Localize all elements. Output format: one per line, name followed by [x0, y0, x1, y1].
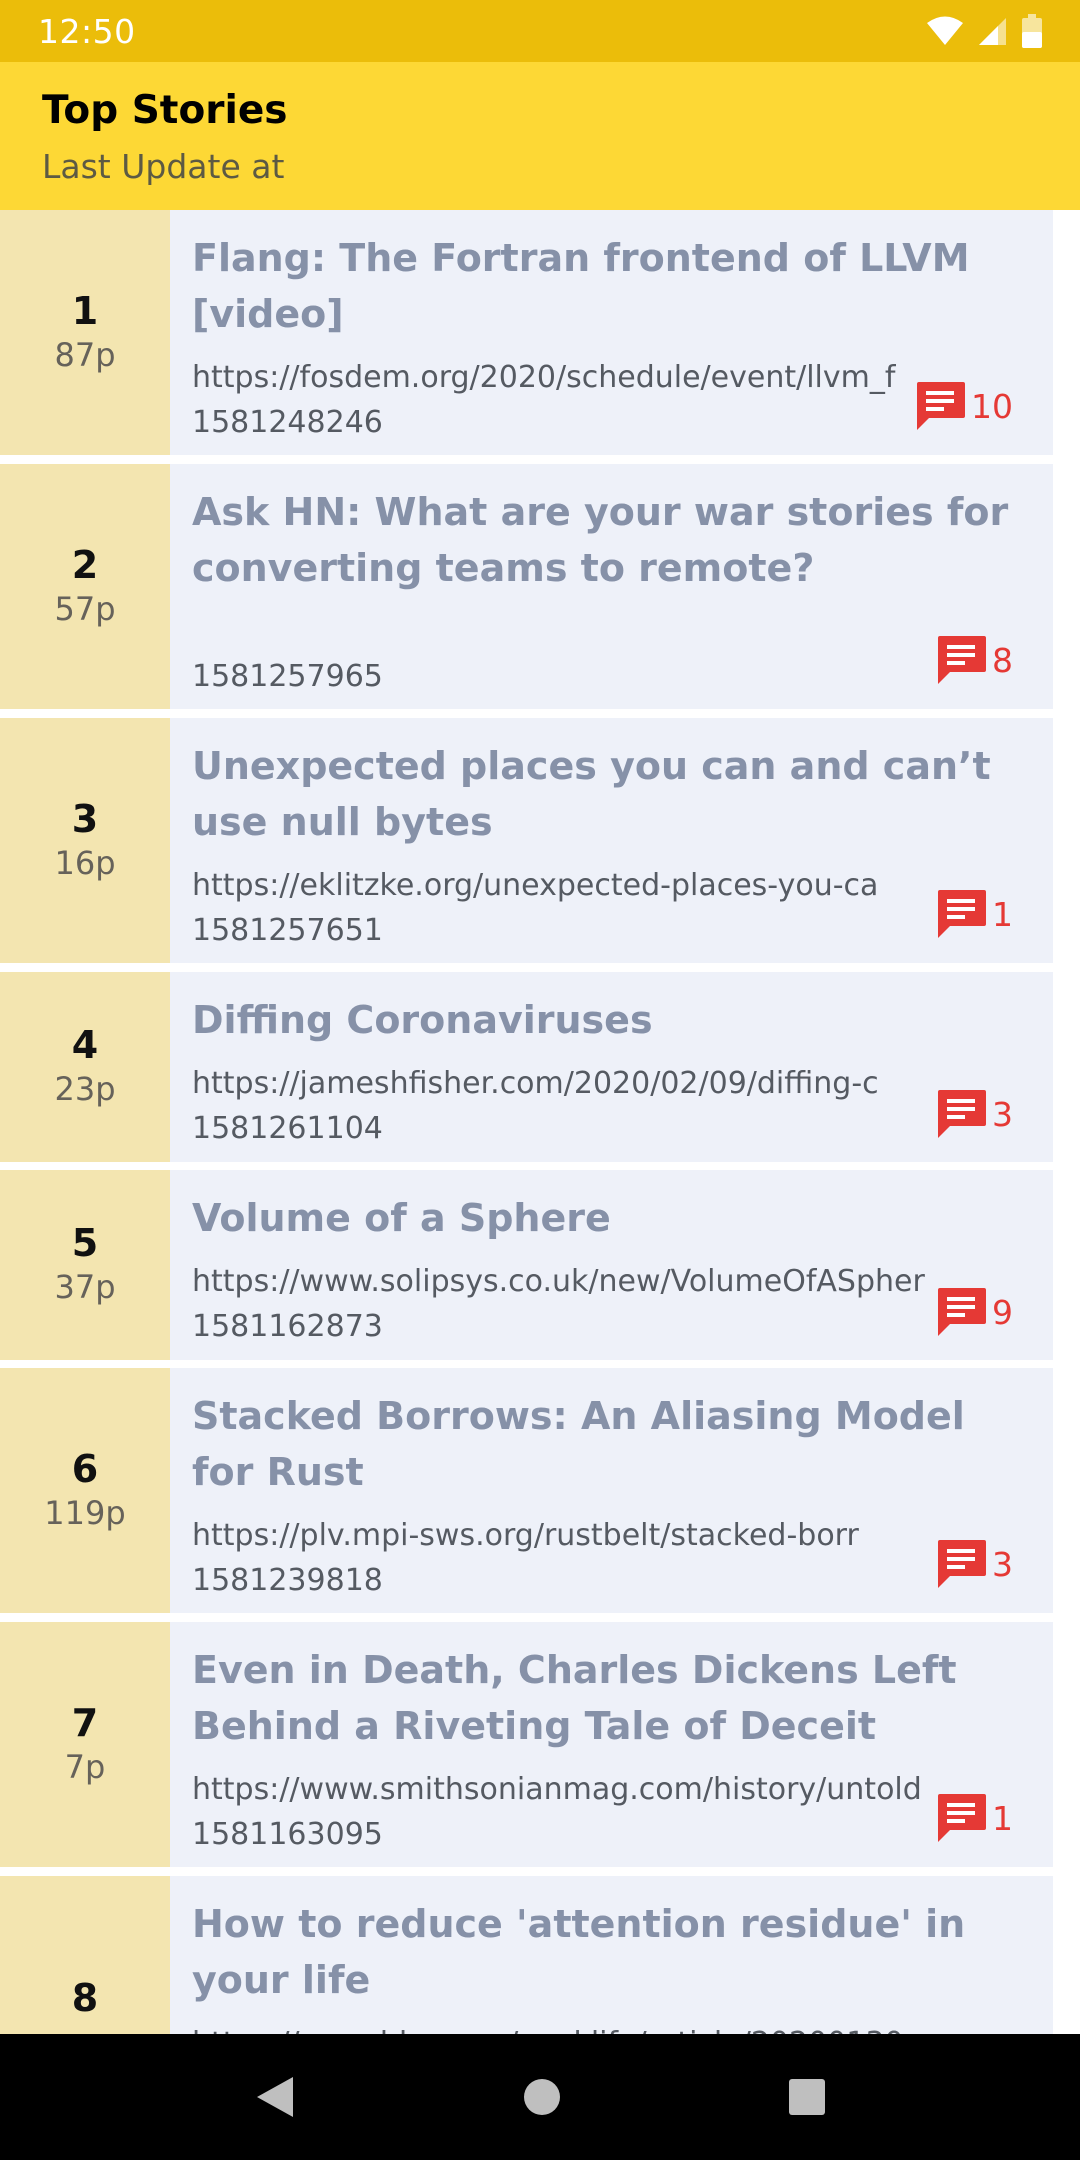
story-rank: 3	[72, 797, 98, 843]
comments-button[interactable]: 10	[913, 380, 1013, 432]
comment-count: 10	[971, 387, 1013, 426]
story-time: 1581261104	[192, 1106, 1023, 1152]
status-icons	[926, 14, 1042, 48]
cell-signal-icon	[978, 16, 1008, 46]
story-time: 1581257965	[192, 654, 1023, 700]
comment-icon	[913, 380, 967, 432]
comment-icon	[934, 634, 988, 686]
page-title: Top Stories	[42, 88, 1080, 133]
comment-icon	[934, 888, 988, 940]
story-url[interactable]: https://jameshfisher.com/2020/02/09/diff…	[192, 1062, 982, 1106]
story-url[interactable]	[192, 610, 982, 654]
comment-count: 1	[992, 895, 1013, 934]
story-points: 37p	[54, 1267, 115, 1309]
story-rank: 6	[72, 1447, 98, 1493]
comments-button[interactable]: 8	[934, 634, 1013, 686]
story-points: 23p	[54, 1069, 115, 1111]
story-title[interactable]: Even in Death, Charles Dickens Left Behi…	[192, 1642, 1022, 1754]
comments-button[interactable]: 1	[934, 1792, 1013, 1844]
comments-button[interactable]: 3	[934, 1088, 1013, 1140]
story-row[interactable]: 7 7p Even in Death, Charles Dickens Left…	[0, 1622, 1053, 1867]
comment-count: 1	[992, 1799, 1013, 1838]
comment-count: 3	[992, 1545, 1013, 1584]
comment-icon	[934, 1286, 988, 1338]
story-time: 1581162873	[192, 1304, 1023, 1350]
rank-column: 3 16p	[0, 718, 170, 963]
story-title[interactable]: Unexpected places you can and can’t use …	[192, 738, 1022, 850]
story-time: 1581257651	[192, 908, 1023, 954]
story-row[interactable]: 3 16p Unexpected places you can and can’…	[0, 718, 1053, 963]
story-content[interactable]: Flang: The Fortran frontend of LLVM [vid…	[170, 210, 1053, 455]
story-points: 87p	[54, 335, 115, 377]
comments-button[interactable]: 1	[934, 888, 1013, 940]
back-icon[interactable]	[253, 2073, 297, 2121]
rank-column: 7 7p	[0, 1622, 170, 1867]
comments-button[interactable]: 3	[934, 1538, 1013, 1590]
story-rank: 7	[72, 1701, 98, 1747]
home-icon[interactable]	[522, 2077, 562, 2117]
rank-column: 6 119p	[0, 1368, 170, 1613]
story-title[interactable]: Ask HN: What are your war stories for co…	[192, 484, 1022, 596]
story-content[interactable]: Volume of a Sphere https://www.solipsys.…	[170, 1170, 1053, 1360]
story-url[interactable]: https://eklitzke.org/unexpected-places-y…	[192, 864, 982, 908]
story-url[interactable]: https://fosdem.org/2020/schedule/event/l…	[192, 356, 982, 400]
story-title[interactable]: How to reduce 'attention residue' in you…	[192, 1896, 1022, 2008]
comment-count: 8	[992, 641, 1013, 680]
rank-column: 4 23p	[0, 972, 170, 1162]
last-update-label: Last Update at	[42, 147, 1080, 186]
story-rank: 5	[72, 1221, 98, 1267]
story-title[interactable]: Diffing Coronaviruses	[192, 992, 1022, 1048]
story-rank: 1	[72, 289, 98, 335]
story-url[interactable]: https://plv.mpi-sws.org/rustbelt/stacked…	[192, 1514, 982, 1558]
comments-button[interactable]: 9	[934, 1286, 1013, 1338]
navigation-bar	[0, 2034, 1080, 2160]
story-points: 7p	[65, 1747, 106, 1789]
story-list[interactable]: 1 87p Flang: The Fortran frontend of LLV…	[0, 210, 1080, 2034]
comment-icon	[934, 1792, 988, 1844]
comment-icon	[934, 1088, 988, 1140]
story-content[interactable]: Stacked Borrows: An Aliasing Model for R…	[170, 1368, 1053, 1613]
story-points: 16p	[54, 843, 115, 885]
story-time: 1581163095	[192, 1812, 1023, 1858]
story-content[interactable]: Diffing Coronaviruses https://jameshfish…	[170, 972, 1053, 1162]
story-row[interactable]: 8 How to reduce 'attention residue' in y…	[0, 1876, 1053, 2034]
story-content[interactable]: Ask HN: What are your war stories for co…	[170, 464, 1053, 709]
story-url[interactable]: https://www.solipsys.co.uk/new/VolumeOfA…	[192, 1260, 982, 1304]
wifi-icon	[926, 16, 964, 46]
story-row[interactable]: 1 87p Flang: The Fortran frontend of LLV…	[0, 210, 1053, 455]
comment-icon	[934, 1538, 988, 1590]
story-title[interactable]: Stacked Borrows: An Aliasing Model for R…	[192, 1388, 1022, 1500]
story-points: 57p	[54, 589, 115, 631]
rank-column: 1 87p	[0, 210, 170, 455]
story-url[interactable]: https://www.bbc.com/worklife/article/202…	[192, 2022, 982, 2034]
story-content[interactable]: Unexpected places you can and can’t use …	[170, 718, 1053, 963]
story-rank: 4	[72, 1023, 98, 1069]
story-title[interactable]: Volume of a Sphere	[192, 1190, 1022, 1246]
story-row[interactable]: 2 57p Ask HN: What are your war stories …	[0, 464, 1053, 709]
story-row[interactable]: 5 37p Volume of a Sphere https://www.sol…	[0, 1170, 1053, 1360]
story-rank: 8	[72, 1976, 98, 2022]
recents-icon[interactable]	[787, 2077, 827, 2117]
comment-count: 9	[992, 1293, 1013, 1332]
story-url[interactable]: https://www.smithsonianmag.com/history/u…	[192, 1768, 982, 1812]
battery-icon	[1022, 14, 1042, 48]
story-content[interactable]: Even in Death, Charles Dickens Left Behi…	[170, 1622, 1053, 1867]
story-time: 1581248246	[192, 400, 1023, 446]
status-bar: 12:50	[0, 0, 1080, 62]
story-title[interactable]: Flang: The Fortran frontend of LLVM [vid…	[192, 230, 1022, 342]
rank-column: 5 37p	[0, 1170, 170, 1360]
comment-count: 3	[992, 1095, 1013, 1134]
story-row[interactable]: 6 119p Stacked Borrows: An Aliasing Mode…	[0, 1368, 1053, 1613]
story-row[interactable]: 4 23p Diffing Coronaviruses https://jame…	[0, 972, 1053, 1162]
story-rank: 2	[72, 543, 98, 589]
status-time: 12:50	[38, 12, 136, 51]
story-time: 1581239818	[192, 1558, 1023, 1604]
app-bar: Top Stories Last Update at	[0, 62, 1080, 210]
rank-column: 8	[0, 1876, 170, 2034]
story-points: 119p	[44, 1493, 125, 1535]
story-content[interactable]: How to reduce 'attention residue' in you…	[170, 1876, 1053, 2034]
rank-column: 2 57p	[0, 464, 170, 709]
